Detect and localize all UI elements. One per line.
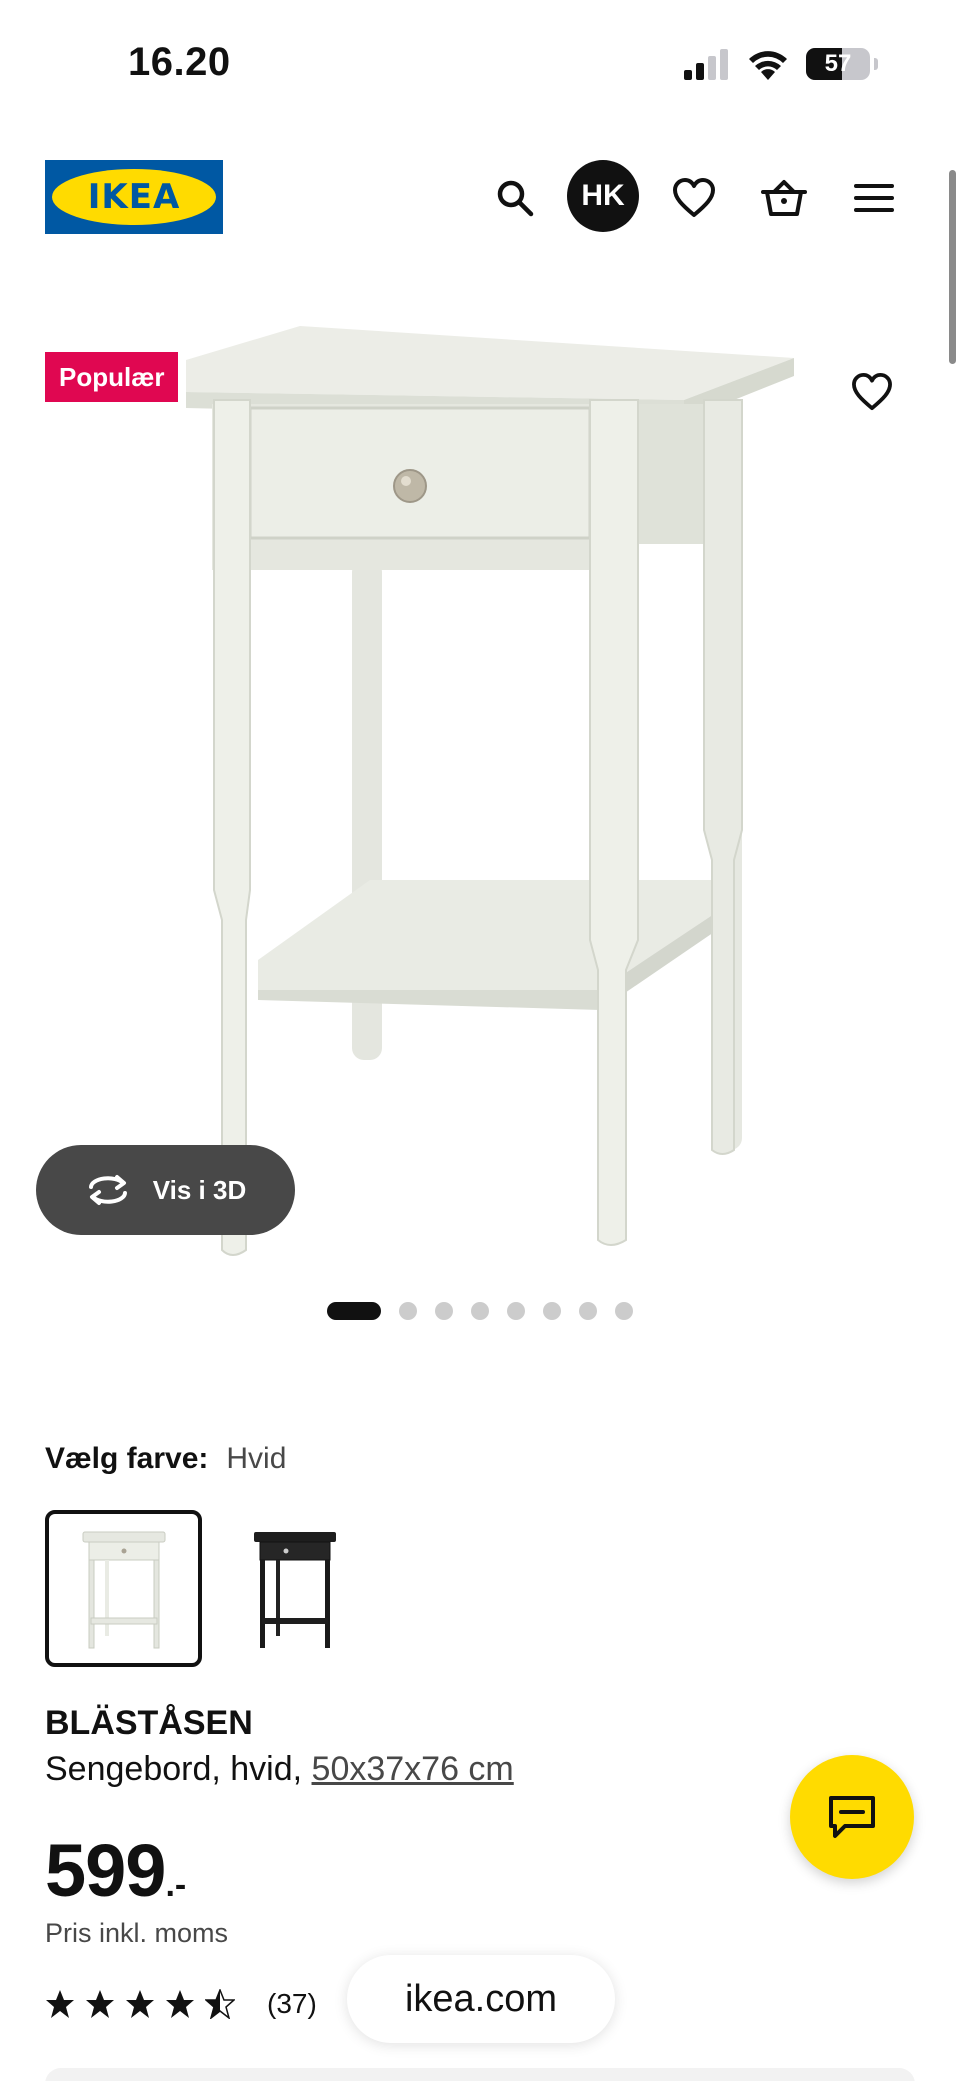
product-image-gallery[interactable]: Populær Vis i 3D — [0, 300, 960, 1280]
star-icon — [205, 1989, 235, 2019]
carousel-dot[interactable] — [327, 1302, 381, 1320]
status-icons: 57 — [682, 44, 878, 84]
nightstand-image — [186, 326, 794, 1256]
carousel-dot[interactable] — [615, 1302, 633, 1320]
star-icon — [46, 1990, 74, 2018]
popular-badge: Populær — [45, 352, 179, 402]
logo-text: IKEA — [87, 177, 181, 217]
view-in-3d-button[interactable]: Vis i 3D — [36, 1145, 295, 1235]
image-carousel-dots[interactable] — [0, 1302, 960, 1320]
favorites-button[interactable] — [666, 170, 722, 226]
search-icon — [497, 180, 534, 217]
wifi-icon — [749, 51, 787, 80]
search-button[interactable] — [487, 170, 543, 226]
rating-reviews-link[interactable]: (37) — [45, 1988, 317, 2020]
product-name: BLÄSTÅSEN — [45, 1704, 253, 1742]
rotate-3d-icon — [88, 1175, 127, 1205]
battery-level: 57 — [824, 50, 852, 77]
browser-url-bar[interactable]: ikea.com — [347, 1955, 615, 2043]
review-count: (37) — [267, 1988, 317, 2019]
ikea-logo[interactable]: IKEA — [45, 160, 223, 234]
color-label-key: Vælg farve: — [45, 1442, 209, 1475]
star-icon — [86, 1990, 114, 2018]
product-type: Sengebord, hvid, — [45, 1750, 312, 1788]
heart-icon — [673, 178, 715, 217]
product-dimensions-link[interactable]: 50x37x76 cm — [312, 1750, 514, 1788]
add-to-wishlist-button[interactable] — [840, 360, 904, 424]
color-swatch-black[interactable] — [216, 1510, 373, 1667]
heart-icon — [852, 373, 892, 411]
white-nightstand-thumbnail — [82, 1531, 165, 1648]
status-bar: 16.20 57 — [0, 0, 960, 130]
price-amount: 599 — [45, 1829, 166, 1912]
color-label-value: Hvid — [226, 1442, 287, 1475]
bottom-sheet-edge — [45, 2068, 915, 2081]
menu-button[interactable] — [846, 170, 902, 226]
signal-icon — [684, 49, 728, 80]
chat-bubble-icon — [829, 1796, 875, 1838]
profile-avatar-button[interactable]: HK — [567, 160, 639, 232]
color-swatch-white[interactable] — [45, 1510, 202, 1667]
battery-icon: 57 — [806, 48, 870, 80]
price-note: Pris inkl. moms — [45, 1918, 229, 1948]
basket-button[interactable] — [756, 170, 812, 226]
black-nightstand-thumbnail — [253, 1531, 336, 1648]
carousel-dot[interactable] — [507, 1302, 525, 1320]
product-description: Sengebord, hvid, 50x37x76 cm — [45, 1750, 514, 1789]
product-price: 599 .- — [45, 1828, 186, 1913]
chat-button[interactable] — [790, 1755, 914, 1879]
hamburger-menu-icon — [854, 184, 894, 212]
view-in-3d-label: Vis i 3D — [152, 1174, 247, 1205]
battery-cap — [874, 58, 878, 70]
logo-oval: IKEA — [52, 169, 216, 225]
star-icon — [126, 1990, 154, 2018]
star-icon — [166, 1990, 194, 2018]
rating-stars — [45, 1989, 235, 2019]
color-selector-label: Vælg farve: Hvid — [45, 1442, 286, 1476]
carousel-dot[interactable] — [579, 1302, 597, 1320]
status-time: 16.20 — [128, 40, 231, 84]
carousel-dot[interactable] — [543, 1302, 561, 1320]
carousel-dot[interactable] — [471, 1302, 489, 1320]
price-suffix: .- — [165, 1866, 187, 1904]
carousel-dot[interactable] — [399, 1302, 417, 1320]
basket-icon — [761, 180, 807, 216]
carousel-dot[interactable] — [435, 1302, 453, 1320]
site-header: IKEA HK — [0, 150, 960, 250]
